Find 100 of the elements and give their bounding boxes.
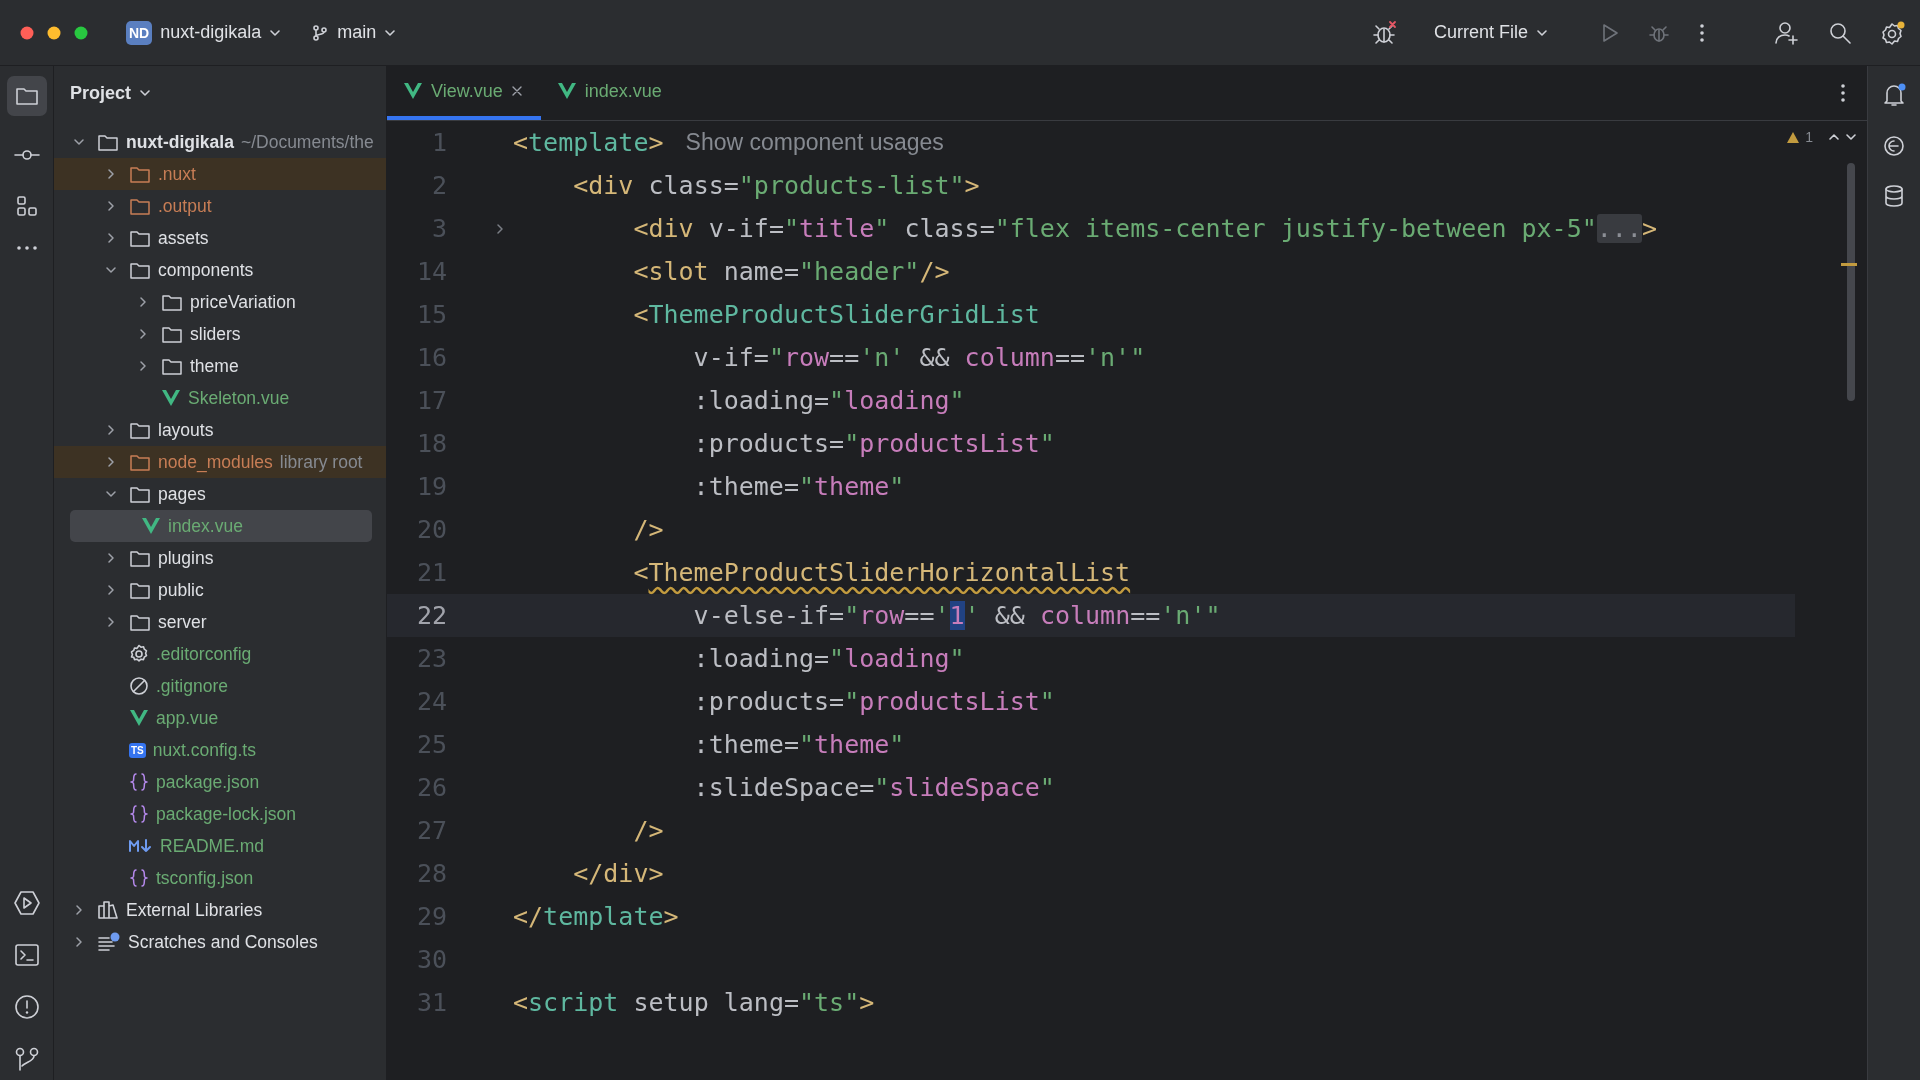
more-tools-icon[interactable]	[14, 244, 39, 252]
search-icon[interactable]	[1828, 20, 1852, 45]
tree-item-hint: ~/Documents/the	[240, 131, 374, 153]
code-line: </div>	[572, 859, 664, 888]
project-name: nuxt-digikala	[160, 22, 262, 43]
vue-file-icon	[403, 82, 423, 100]
code-line: v-if="row=='n' && column=='n'"	[692, 343, 1146, 372]
tree-item[interactable]: .editorconfig	[54, 638, 386, 670]
tree-item-label: node_modules	[158, 451, 273, 473]
code-line: <slot name="header"/>	[632, 257, 950, 286]
code-line: </template>	[513, 902, 679, 931]
tree-item[interactable]: app.vue	[54, 702, 386, 734]
tree-item[interactable]: theme	[54, 350, 386, 382]
code-line: :slideSpace="slideSpace"	[692, 773, 1055, 802]
branch-selector[interactable]: main	[303, 16, 405, 49]
tree-item-label: nuxt-digikala	[126, 131, 234, 153]
run-tool-icon[interactable]	[13, 890, 40, 916]
tool-window-title[interactable]: Project	[54, 66, 386, 120]
vue-file-icon	[161, 389, 181, 407]
chevron-down-icon	[1845, 131, 1857, 143]
project-tool-button[interactable]	[6, 76, 47, 116]
terminal-icon[interactable]	[13, 942, 40, 968]
code-line: <div v-if="title" class="flex items-center justify-between px-5"...>	[632, 214, 1657, 243]
code-line: v-else-if="row=='1' && column=='n'"	[692, 601, 1221, 630]
tree-item[interactable]: package-lock.json	[54, 798, 386, 830]
editor-tab[interactable]: View.vue	[387, 66, 541, 120]
vue-file-icon	[141, 517, 161, 535]
structure-icon[interactable]	[14, 194, 39, 218]
tree-item-hint: library root	[279, 451, 363, 473]
braces-icon	[129, 804, 149, 824]
chevron-down-icon	[139, 87, 152, 99]
braces-icon	[129, 772, 149, 792]
code-line: />	[632, 515, 664, 544]
code-line: :products="productsList"	[692, 429, 1055, 458]
code-line: :loading="loading"	[692, 644, 965, 673]
code-line: <ThemeProductSliderHorizontalList	[632, 558, 1131, 587]
project-selector[interactable]: ND nuxt-digikala	[118, 14, 290, 51]
code-line: <script setup lang="ts">	[513, 988, 875, 1017]
library-icon	[97, 900, 119, 920]
run-configuration-name: Current File	[1433, 22, 1528, 43]
tree-item[interactable]: tsconfig.json	[54, 862, 386, 894]
tree-item[interactable]: TS nuxt.config.ts	[54, 734, 386, 766]
bug-icon[interactable]	[1371, 19, 1398, 46]
branch-icon	[311, 23, 330, 42]
tree-item[interactable]: public	[54, 574, 386, 606]
more-options-icon[interactable]	[1698, 21, 1706, 44]
warning-marker[interactable]	[1841, 263, 1857, 266]
tree-item[interactable]: README.md	[54, 830, 386, 862]
database-icon[interactable]	[1882, 184, 1906, 208]
inlay-hint[interactable]: Show component usages	[685, 129, 944, 156]
problems-icon[interactable]	[13, 994, 40, 1020]
tree-item[interactable]: Scratches and Consoles	[54, 926, 386, 958]
code-line: :products="productsList"	[692, 687, 1055, 716]
tree-item[interactable]: pages	[54, 478, 386, 510]
tree-item[interactable]: plugins	[54, 542, 386, 574]
tree-item[interactable]: assets	[54, 222, 386, 254]
branch-name: main	[337, 22, 377, 43]
add-user-icon[interactable]	[1774, 19, 1800, 46]
maximize-window-icon[interactable]	[74, 25, 88, 40]
line-number: 22	[415, 601, 447, 630]
git-icon[interactable]	[13, 1046, 40, 1072]
chevron-up-icon	[1828, 131, 1840, 143]
run-configuration-selector[interactable]: Current File	[1425, 16, 1556, 49]
braces-icon	[129, 868, 149, 888]
notifications-icon[interactable]	[1881, 82, 1907, 108]
prohibited-icon	[129, 676, 149, 696]
tree-item[interactable]: External Libraries	[54, 894, 386, 926]
code-line: <ThemeProductSliderGridList	[632, 300, 1040, 329]
vue-file-icon	[129, 709, 149, 727]
scratches-icon	[97, 932, 121, 952]
markdown-file-icon	[129, 838, 153, 854]
more-options-icon[interactable]	[1839, 82, 1847, 104]
tree-item[interactable]: sliders	[54, 318, 386, 350]
tree-row[interactable]: node_modules library root	[54, 446, 386, 478]
code-line: <div class="products-list">	[572, 171, 980, 200]
tree-item[interactable]: .output	[54, 190, 386, 222]
tree-item[interactable]: Skeleton.vue	[54, 382, 386, 414]
tree-item[interactable]: layouts	[54, 414, 386, 446]
tree-item[interactable]: .nuxt	[54, 158, 386, 190]
file-type-badge: TS	[129, 742, 146, 758]
tree-item[interactable]: package.json	[54, 766, 386, 798]
scrollbar-thumb[interactable]	[1847, 163, 1855, 401]
inspection-widget[interactable]: 1	[1786, 129, 1857, 145]
code-line: />	[632, 816, 664, 845]
editor-tab[interactable]: index.vue	[540, 66, 680, 120]
code-line: :loading="loading"	[692, 386, 965, 415]
settings-icon[interactable]	[1880, 19, 1906, 46]
tree-item[interactable]: .gitignore	[54, 670, 386, 702]
tree-item[interactable]: index.vue	[70, 510, 372, 542]
tree-row[interactable]: nuxt-digikala ~/Documents/the	[54, 126, 386, 158]
close-window-icon[interactable]	[20, 25, 34, 40]
vue-file-icon	[556, 82, 577, 100]
tree-item[interactable]: server	[54, 606, 386, 638]
warning-icon	[1786, 130, 1801, 144]
gear-icon	[129, 644, 149, 664]
ai-assistant-icon[interactable]	[1882, 134, 1906, 158]
tree-item[interactable]: priceVariation	[54, 286, 386, 318]
tree-item[interactable]: components	[54, 254, 386, 286]
close-icon[interactable]	[510, 85, 523, 97]
minimize-window-icon[interactable]	[47, 25, 61, 40]
